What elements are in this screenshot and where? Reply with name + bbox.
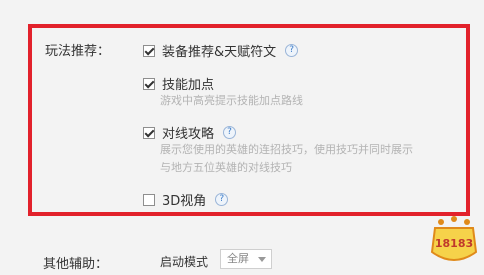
gameplay-section-label: 玩法推荐： <box>45 44 111 59</box>
lane-strategy-label: 对线攻略 <box>162 127 215 142</box>
skill-points-label: 技能加点 <box>162 78 215 93</box>
launch-mode-label: 启动模式 <box>160 255 209 269</box>
option-skill-points[interactable]: 技能加点 <box>143 74 214 93</box>
other-assist-label: 其他辅助： <box>43 257 109 272</box>
help-icon[interactable]: ? <box>215 193 229 206</box>
chevron-down-icon <box>258 257 266 262</box>
watermark-logo: 18183 <box>430 216 478 261</box>
lane-strategy-description-line1: 展示您使用的英雄的连招技巧，使用技巧并同时展示 <box>160 143 413 156</box>
lane-strategy-description-line2: 与地方五位英雄的对线技巧 <box>160 161 292 174</box>
3d-view-checkbox[interactable] <box>143 193 155 206</box>
3d-view-label: 3D视角 <box>162 194 207 209</box>
skill-points-description: 游戏中高亮提示技能加点路线 <box>160 94 303 107</box>
equipment-recommend-checkbox[interactable] <box>143 44 155 57</box>
help-icon[interactable]: ? <box>285 44 299 57</box>
option-equipment-recommend[interactable]: 装备推荐&天赋符文 ? <box>143 41 299 60</box>
equipment-recommend-label: 装备推荐&天赋符文 <box>162 45 277 60</box>
help-icon[interactable]: ? <box>223 126 237 139</box>
watermark-text: 18183 <box>435 237 473 250</box>
settings-panel: 玩法推荐： 装备推荐&天赋符文 ? 技能加点 游戏中高亮提示技能加点路线 对线攻… <box>0 0 484 275</box>
skill-points-checkbox[interactable] <box>143 77 155 90</box>
option-3d-view[interactable]: 3D视角 ? <box>143 190 229 209</box>
lane-strategy-checkbox[interactable] <box>143 126 155 139</box>
launch-mode-value: 全屏 <box>227 252 249 265</box>
launch-mode-select[interactable]: 全屏 <box>220 249 272 269</box>
option-lane-strategy[interactable]: 对线攻略 ? <box>143 123 237 142</box>
